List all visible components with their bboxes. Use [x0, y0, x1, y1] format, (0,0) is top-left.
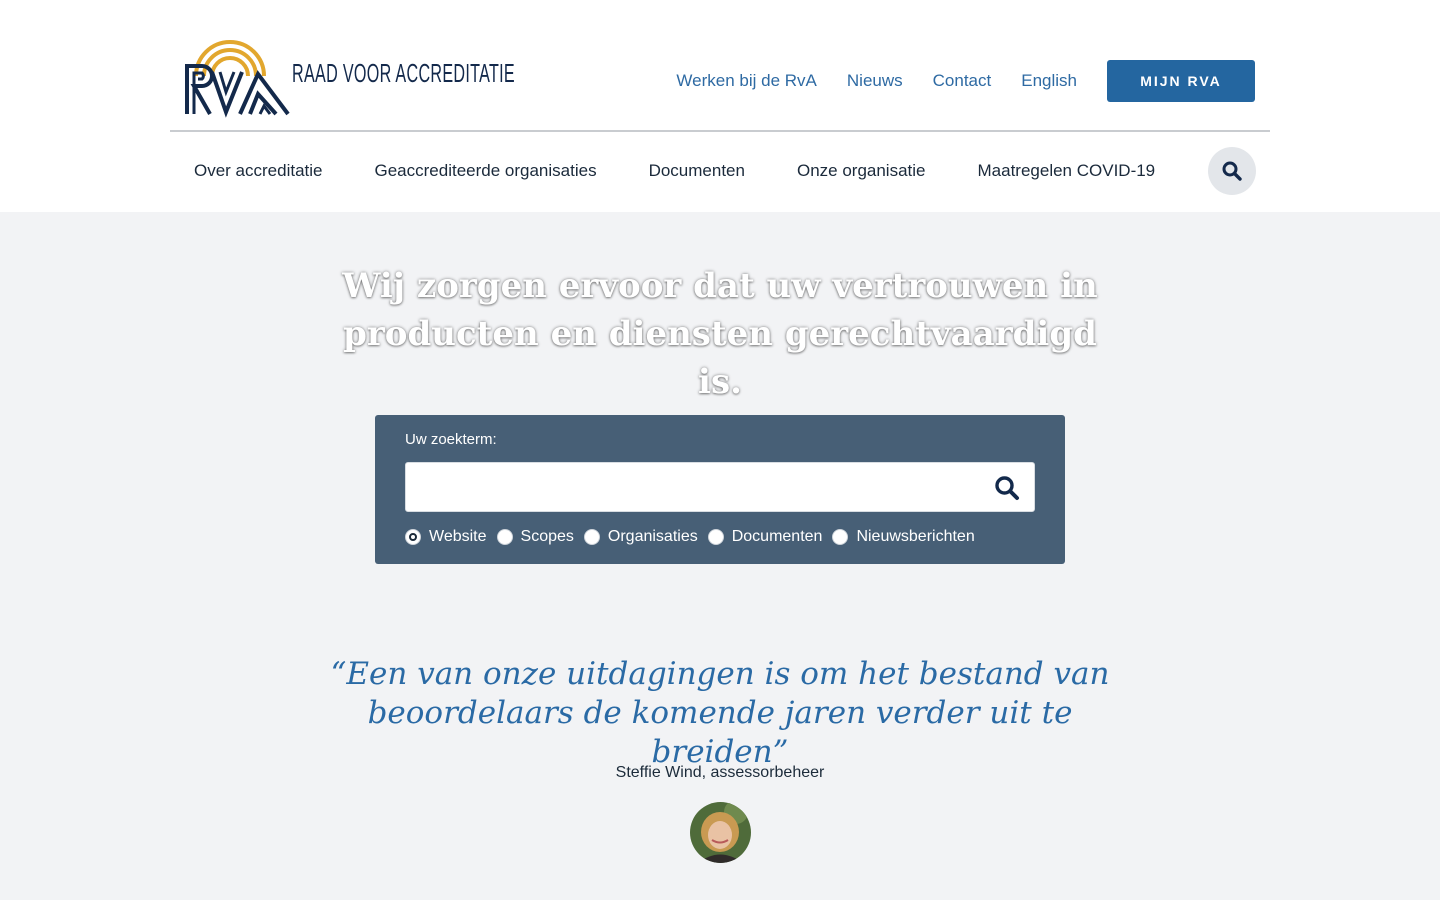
search-input[interactable] [406, 463, 966, 511]
main-navigation: Over accreditatie Geaccrediteerde organi… [194, 148, 1207, 194]
header-divider [170, 130, 1270, 132]
testimonial-author: Steffie Wind, assessorbeheer [615, 764, 825, 781]
radio-scopes[interactable]: Scopes [496, 528, 574, 546]
mijn-rva-button[interactable]: MIJN RVA [1107, 60, 1255, 102]
radio-label: Website [429, 528, 487, 545]
header-search-button[interactable] [1208, 147, 1256, 195]
radio-button[interactable] [583, 529, 600, 545]
mainnav-item-over-accreditatie[interactable]: Over accreditatie [194, 161, 323, 181]
author-photo [690, 802, 751, 863]
mainnav-item-documenten[interactable]: Documenten [649, 161, 745, 181]
radio-label: Documenten [731, 528, 823, 545]
mainnav-item-geaccrediteerde-organisaties[interactable]: Geaccrediteerde organisaties [375, 161, 597, 181]
site-logo[interactable]: RAAD VOOR ACCREDITATIE [184, 28, 652, 118]
search-label: Uw zoekterm: [405, 431, 497, 448]
radio-nieuwsberichten[interactable]: Nieuwsberichten [832, 528, 975, 546]
testimonial-quote: “Een van onze uitdagingen is om het best… [330, 656, 1110, 770]
radio-button-checked[interactable] [405, 529, 421, 545]
mainnav-item-maatregelen-covid[interactable]: Maatregelen COVID-19 [978, 161, 1156, 181]
radio-button[interactable] [832, 529, 849, 545]
mainnav-item-onze-organisatie[interactable]: Onze organisatie [797, 161, 926, 181]
site-header: RAAD VOOR ACCREDITATIE Werken bij de RvA… [0, 0, 1440, 212]
hero-title: Wij zorgen ervoor dat uw vertrouwen in p… [342, 266, 1098, 402]
avatar [690, 802, 751, 863]
radio-organisaties[interactable]: Organisaties [583, 528, 698, 546]
search-icon [995, 476, 1019, 500]
topnav-link-english[interactable]: English [1021, 71, 1077, 91]
radio-button[interactable] [707, 529, 724, 545]
radio-label: Nieuwsberichten [856, 528, 975, 545]
topnav-link-contact[interactable]: Contact [933, 71, 992, 91]
search-panel: Uw zoekterm: Website Scopes Organisaties… [375, 415, 1065, 564]
search-icon [1222, 161, 1242, 181]
radio-label: Scopes [520, 528, 574, 545]
radio-label: Organisaties [607, 528, 698, 545]
topnav-link-nieuws[interactable]: Nieuws [847, 71, 903, 91]
rva-logo-mark [185, 40, 290, 118]
radio-documenten[interactable]: Documenten [707, 528, 823, 546]
search-field [405, 462, 1035, 512]
search-scope-options: Website Scopes Organisaties Documenten N… [405, 528, 985, 546]
top-navigation: Werken bij de RvA Nieuws Contact English… [676, 60, 1255, 102]
topnav-link-werken[interactable]: Werken bij de RvA [676, 71, 816, 91]
radio-button[interactable] [496, 529, 513, 545]
logo-wordmark: RAAD VOOR ACCREDITATIE [292, 58, 515, 88]
search-submit-button[interactable] [994, 475, 1020, 501]
radio-website[interactable]: Website [405, 528, 487, 546]
